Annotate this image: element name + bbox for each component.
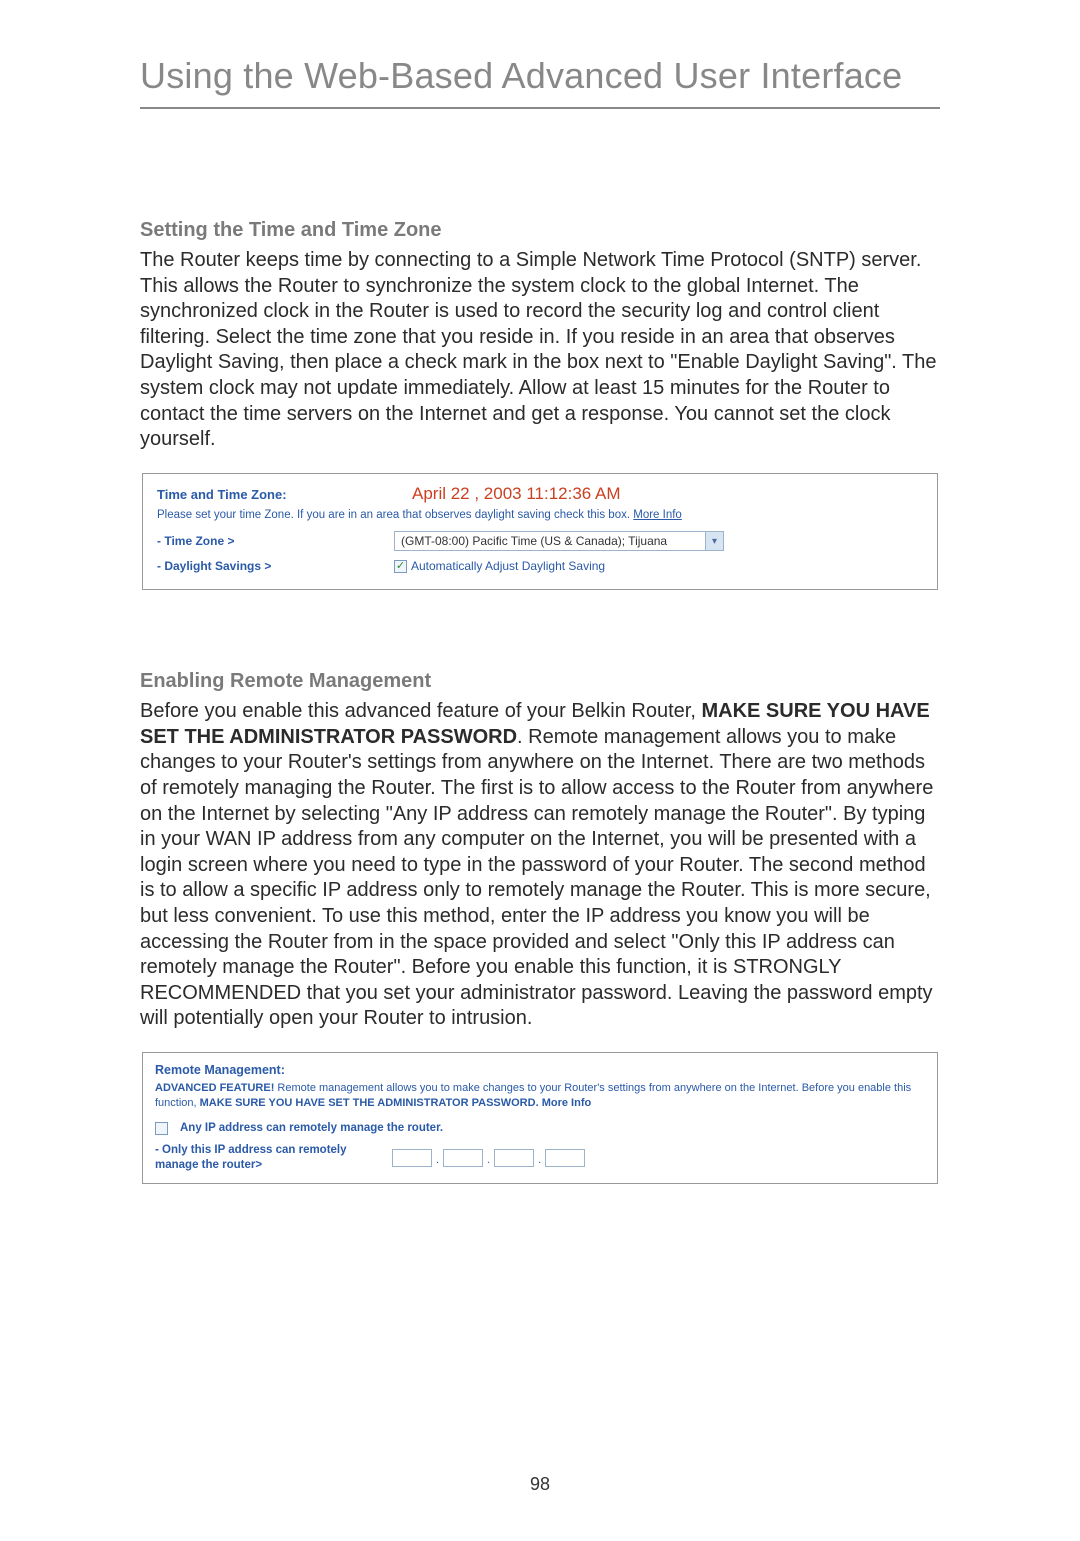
- section-heading-remote: Enabling Remote Management: [140, 670, 940, 693]
- ip-dot: .: [435, 1154, 440, 1167]
- remote-panel: Remote Management: ADVANCED FEATURE! Rem…: [142, 1052, 938, 1184]
- current-datetime: April 22 , 2003 11:12:36 AM: [412, 484, 621, 504]
- remote-body-pre: Before you enable this advanced feature …: [140, 700, 701, 722]
- timezone-header-label: Time and Time Zone:: [157, 487, 382, 502]
- remote-note: ADVANCED FEATURE! Remote management allo…: [155, 1081, 925, 1112]
- anyip-checkbox[interactable]: [155, 1122, 168, 1135]
- section-body-time: The Router keeps time by connecting to a…: [140, 248, 940, 453]
- remote-more-info-link[interactable]: More Info: [542, 1097, 592, 1109]
- ip-input-group: . . .: [392, 1149, 585, 1167]
- remote-note-bold2: MAKE SURE YOU HAVE SET THE ADMINISTRATOR…: [200, 1097, 539, 1109]
- timezone-note-text: Please set your time Zone. If you are in…: [157, 509, 633, 521]
- page-title: Using the Web-Based Advanced User Interf…: [140, 55, 940, 109]
- chevron-down-icon: ▾: [705, 532, 723, 550]
- daylight-row-label: - Daylight Savings >: [157, 559, 382, 573]
- timezone-selected-text: (GMT-08:00) Pacific Time (US & Canada); …: [395, 534, 705, 548]
- timezone-panel: Time and Time Zone: April 22 , 2003 11:1…: [142, 473, 938, 591]
- ip-octet-4[interactable]: [545, 1149, 585, 1167]
- daylight-checkbox-label: Automatically Adjust Daylight Saving: [411, 559, 605, 573]
- section-body-remote: Before you enable this advanced feature …: [140, 699, 940, 1032]
- timezone-note: Please set your time Zone. If you are in…: [157, 508, 923, 524]
- timezone-row-label: - Time Zone >: [157, 534, 382, 548]
- ip-dot: .: [486, 1154, 491, 1167]
- section-heading-time: Setting the Time and Time Zone: [140, 219, 940, 242]
- ip-octet-3[interactable]: [494, 1149, 534, 1167]
- anyip-label: Any IP address can remotely manage the r…: [180, 1122, 443, 1134]
- remote-note-bold1: ADVANCED FEATURE!: [155, 1082, 274, 1094]
- remote-body-post: . Remote management allows you to make c…: [140, 726, 933, 1030]
- timezone-select[interactable]: (GMT-08:00) Pacific Time (US & Canada); …: [394, 531, 724, 551]
- ip-octet-2[interactable]: [443, 1149, 483, 1167]
- remote-header: Remote Management:: [155, 1063, 925, 1077]
- more-info-link[interactable]: More Info: [633, 509, 682, 521]
- daylight-checkbox[interactable]: [394, 560, 407, 573]
- ip-dot: .: [537, 1154, 542, 1167]
- page-number: 98: [0, 1474, 1080, 1495]
- ip-octet-1[interactable]: [392, 1149, 432, 1167]
- onlyip-label: - Only this IP address can remotely mana…: [155, 1143, 380, 1173]
